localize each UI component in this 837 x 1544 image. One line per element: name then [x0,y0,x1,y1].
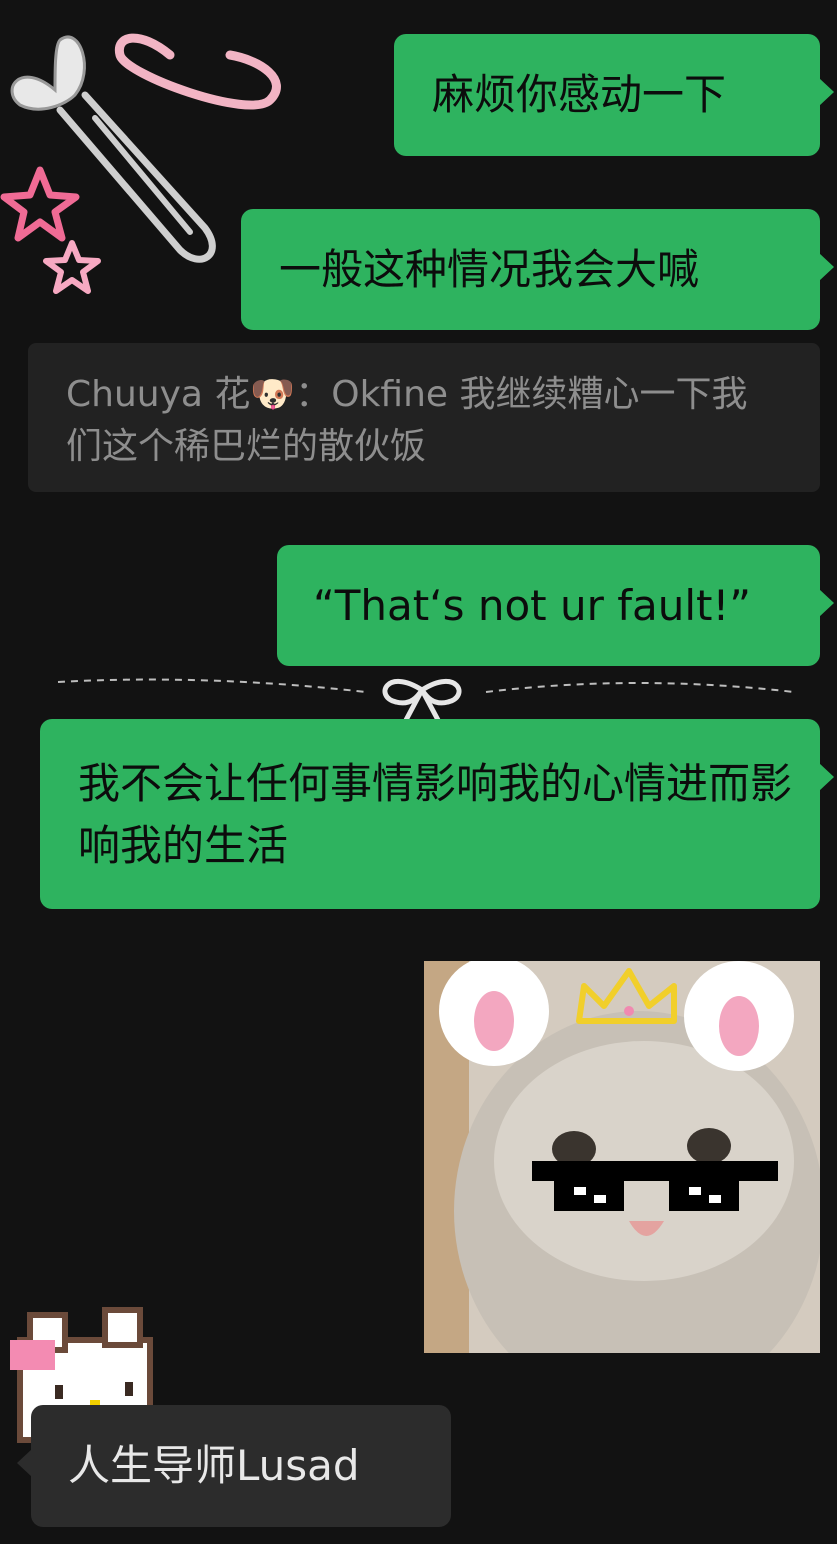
cat-sticker-icon [424,961,820,1353]
quoted-message[interactable]: Chuuya 花🐶：Okfine 我继续糟心一下我们这个稀巴烂的散伙饭 [28,343,820,492]
message-text: 我不会让任何事情影响我的心情进而影响我的生活 [78,759,793,870]
bow-divider [57,678,795,722]
message-bubble-2[interactable]: 一般这种情况我会大喊 [241,209,834,330]
message-bubble-5[interactable]: 人生导师Lusad [17,1405,451,1527]
bow-icon [382,679,462,722]
quote-separator: ： [295,374,332,415]
quote-emoji: 🐶 [250,374,296,415]
cat-sticker[interactable] [424,961,820,1353]
message-text: 人生导师Lusad [68,1441,360,1490]
message-text: “That‘s not ur fault!” [313,581,752,630]
message-text: 一般这种情况我会大喊 [279,245,700,294]
quote-sender: Chuuya 花 [66,374,251,415]
message-text: 麻烦你感动一下 [432,70,727,119]
message-bubble-4[interactable]: 我不会让任何事情影响我的心情进而影响我的生活 [40,719,834,909]
message-bubble-1[interactable]: 麻烦你感动一下 [394,34,834,156]
message-bubble-3[interactable]: “That‘s not ur fault!” [277,545,834,666]
